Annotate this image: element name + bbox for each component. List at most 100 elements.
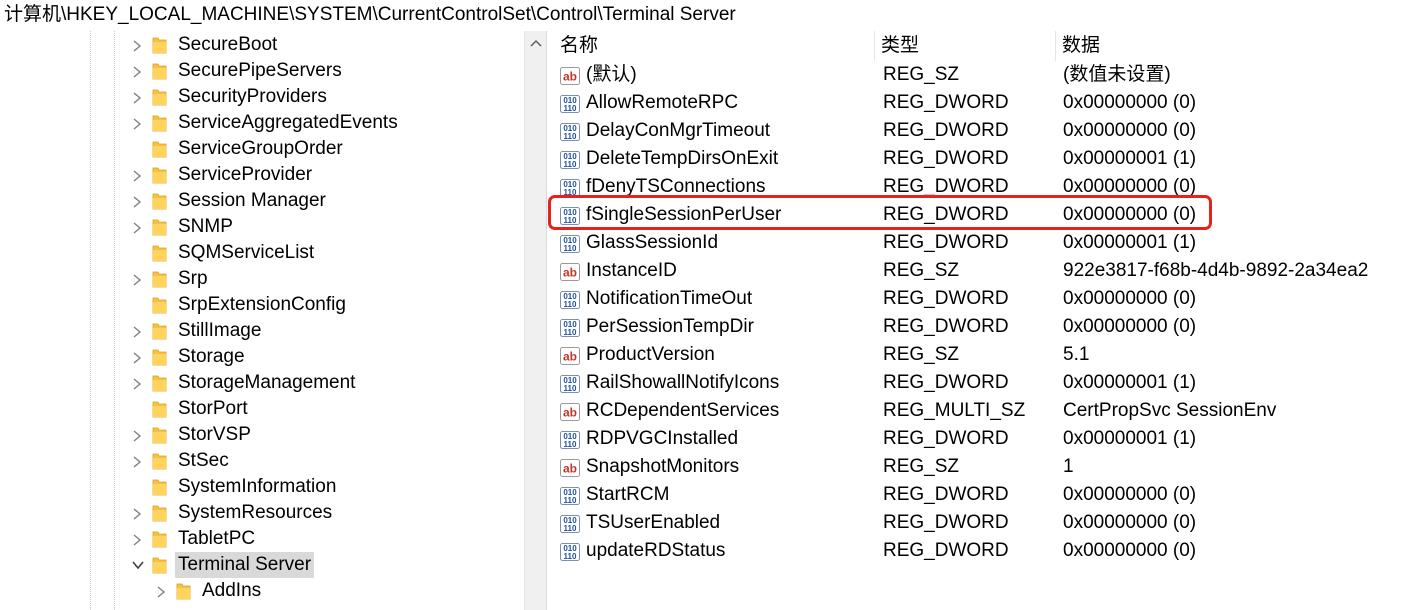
value-data: 0x00000001 (1)	[1063, 232, 1197, 253]
list-row[interactable]: 010 110 updateRDStatus REG_DWORD 0x00000000 …	[554, 537, 1412, 565]
values-list[interactable]: 名称 类型 数据 ab (默认) REG_SZ (数值未设置) 010 110 AllowR…	[554, 31, 1412, 610]
binary-value-icon: 010 110	[560, 318, 580, 337]
tree-item[interactable]: StSec	[0, 448, 524, 474]
binary-value-icon: 010 110	[560, 94, 580, 113]
tree-item[interactable]: SystemResources	[0, 500, 524, 526]
value-type: REG_DWORD	[883, 316, 1009, 337]
binary-value-icon: 010 110	[560, 374, 580, 393]
chevron-right-icon[interactable]	[131, 266, 143, 292]
tree-item[interactable]: SystemInformation	[0, 474, 524, 500]
chevron-right-icon[interactable]	[155, 578, 167, 604]
chevron-right-icon[interactable]	[131, 32, 143, 58]
folder-icon	[152, 478, 167, 496]
scroll-up-arrow-icon[interactable]	[530, 39, 542, 47]
tree-item[interactable]: Srp	[0, 266, 524, 292]
column-header-type[interactable]: 类型	[875, 31, 1055, 61]
tree-item[interactable]: ServiceAggregatedEvents	[0, 110, 524, 136]
tree-item[interactable]: SrpExtensionConfig	[0, 292, 524, 318]
value-type: REG_DWORD	[883, 92, 1009, 113]
list-row[interactable]: ab (默认) REG_SZ (数值未设置)	[554, 61, 1412, 89]
tree-item[interactable]: StorVSP	[0, 422, 524, 448]
chevron-right-icon[interactable]	[131, 58, 143, 84]
value-name: StartRCM	[586, 484, 670, 505]
tree-item[interactable]: StillImage	[0, 318, 524, 344]
value-data: 5.1	[1063, 344, 1090, 365]
tree-item[interactable]: StorageManagement	[0, 370, 524, 396]
list-row[interactable]: 010 110 PerSessionTempDir REG_DWORD 0x000000…	[554, 313, 1412, 341]
tree-item[interactable]: TabletPC	[0, 526, 524, 552]
list-row[interactable]: 010 110 TSUserEnabled REG_DWORD 0x00000000 (…	[554, 509, 1412, 537]
folder-icon	[152, 218, 167, 236]
svg-text:ab: ab	[563, 70, 577, 84]
tree-item[interactable]: AddIns	[0, 578, 524, 604]
list-row[interactable]: 010 110 RailShowallNotifyIcons REG_DWORD 0x0…	[554, 369, 1412, 397]
tree-item[interactable]: ServiceGroupOrder	[0, 136, 524, 162]
string-value-icon: ab	[560, 458, 580, 477]
column-header-data[interactable]: 数据	[1056, 31, 1406, 61]
value-type: REG_DWORD	[883, 148, 1009, 169]
column-header-name[interactable]: 名称	[554, 31, 874, 61]
folder-icon	[152, 348, 167, 366]
folder-icon	[152, 400, 167, 418]
tree-item-label: SystemResources	[178, 502, 333, 523]
chevron-right-icon[interactable]	[131, 500, 143, 526]
chevron-right-icon[interactable]	[131, 188, 143, 214]
list-row[interactable]: ab ProductVersion REG_SZ 5.1	[554, 341, 1412, 369]
tree-item[interactable]: SecureBoot	[0, 32, 524, 58]
value-name: RDPVGCInstalled	[586, 428, 739, 449]
svg-text:110: 110	[564, 132, 577, 141]
tree-item[interactable]: SQMServiceList	[0, 240, 524, 266]
value-type: REG_SZ	[883, 344, 960, 365]
chevron-right-icon[interactable]	[131, 318, 143, 344]
chevron-right-icon[interactable]	[131, 370, 143, 396]
tree-item[interactable]: ServiceProvider	[0, 162, 524, 188]
chevron-right-icon[interactable]	[131, 110, 143, 136]
tree-item[interactable]: SecurePipeServers	[0, 58, 524, 84]
chevron-right-icon[interactable]	[131, 214, 143, 240]
folder-icon	[152, 244, 167, 262]
tree-item[interactable]: Terminal Server	[0, 552, 524, 578]
list-row[interactable]: ab RCDependentServices REG_MULTI_SZ CertPro…	[554, 397, 1412, 425]
list-row[interactable]: 010 110 GlassSessionId REG_DWORD 0x00000001 …	[554, 229, 1412, 257]
tree-scrollbar[interactable]	[524, 31, 547, 610]
value-type: REG_SZ	[883, 64, 960, 85]
tree-item[interactable]: SNMP	[0, 214, 524, 240]
tree-item-label: ServiceProvider	[178, 164, 313, 185]
value-name: DelayConMgrTimeout	[586, 120, 771, 141]
chevron-right-icon[interactable]	[131, 162, 143, 188]
svg-text:110: 110	[564, 524, 577, 533]
chevron-down-icon[interactable]	[131, 552, 144, 578]
folder-icon	[152, 140, 167, 158]
address-bar[interactable]: 计算机\HKEY_LOCAL_MACHINE\SYSTEM\CurrentCon…	[0, 0, 1412, 30]
list-row[interactable]: 010 110 AllowRemoteRPC REG_DWORD 0x00000000 …	[554, 89, 1412, 117]
tree-item[interactable]: StorPort	[0, 396, 524, 422]
chevron-right-icon[interactable]	[131, 344, 143, 370]
tree-item[interactable]: Storage	[0, 344, 524, 370]
list-row[interactable]: ab InstanceID REG_SZ 922e3817-f68b-4d4b-989…	[554, 257, 1412, 285]
string-value-icon: ab	[560, 346, 580, 365]
chevron-right-icon[interactable]	[131, 526, 143, 552]
value-data: 0x00000001 (1)	[1063, 428, 1197, 449]
tree-item[interactable]: SecurityProviders	[0, 84, 524, 110]
tree-item-label: SecurityProviders	[178, 86, 327, 107]
value-data: 0x00000001 (1)	[1063, 372, 1197, 393]
list-row[interactable]: 010 110 NotificationTimeOut REG_DWORD 0x0000…	[554, 285, 1412, 313]
list-row[interactable]: 010 110 DeleteTempDirsOnExit REG_DWORD 0x000…	[554, 145, 1412, 173]
folder-icon	[152, 452, 167, 470]
value-data: CertPropSvc SessionEnv	[1063, 400, 1277, 421]
chevron-right-icon[interactable]	[131, 448, 143, 474]
chevron-right-icon[interactable]	[131, 422, 143, 448]
folder-icon	[152, 504, 167, 522]
list-row[interactable]: 010 110 StartRCM REG_DWORD 0x00000000 (0)	[554, 481, 1412, 509]
list-row[interactable]: 010 110 RDPVGCInstalled REG_DWORD 0x00000001…	[554, 425, 1412, 453]
tree-item[interactable]: Session Manager	[0, 188, 524, 214]
pane-splitter[interactable]	[546, 31, 554, 610]
value-data: 0x00000000 (0)	[1063, 120, 1197, 141]
value-data: (数值未设置)	[1063, 64, 1171, 85]
folder-icon	[152, 556, 167, 574]
list-row[interactable]: 010 110 DelayConMgrTimeout REG_DWORD 0x00000…	[554, 117, 1412, 145]
registry-tree[interactable]: SecureBoot SecurePipeServers SecurityProvi…	[0, 31, 524, 610]
chevron-right-icon[interactable]	[131, 84, 143, 110]
folder-icon	[152, 426, 167, 444]
list-row[interactable]: ab SnapshotMonitors REG_SZ 1	[554, 453, 1412, 481]
